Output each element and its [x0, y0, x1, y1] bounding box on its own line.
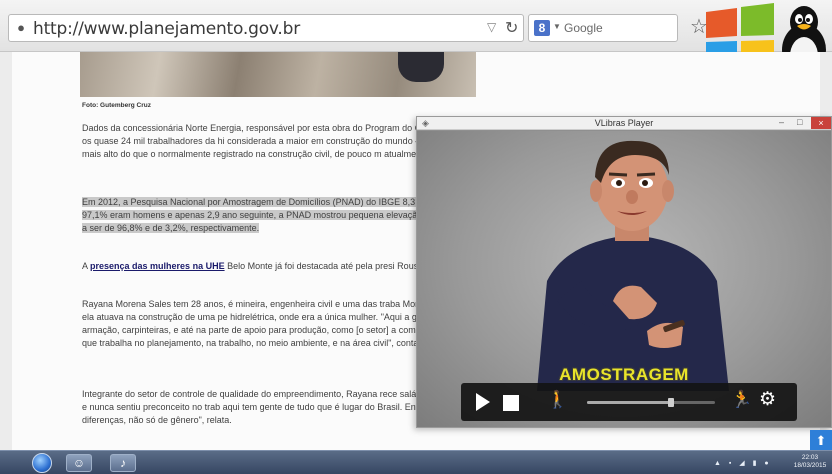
globe-icon: ●: [17, 20, 25, 35]
search-engine-label[interactable]: Google: [564, 21, 603, 35]
paragraph-text: Belo Monte já foi destacada até pela pre…: [224, 261, 436, 271]
watermark-text: AMOSTRAGEM: [559, 365, 689, 384]
stop-button[interactable]: [503, 395, 519, 411]
address-bar[interactable]: ● http://www.planejamento.gov.br ▽ ↻: [8, 14, 524, 42]
maximize-button[interactable]: □: [797, 117, 802, 127]
search-bar[interactable]: 8 ▼ Google: [528, 14, 678, 42]
speed-slider-fill: [587, 401, 672, 404]
player-title-bar[interactable]: ◈ VLibras Player – □ ×: [417, 117, 831, 130]
player-controls: 🚶 🏃 ⚙: [461, 383, 797, 421]
taskbar-app-user[interactable]: ☺: [66, 454, 92, 472]
article-photo: [80, 52, 476, 97]
avatar-stage: AMOSTRAGEM 🚶 🏃 ⚙: [417, 131, 831, 427]
minimize-button[interactable]: –: [779, 117, 784, 127]
clock[interactable]: 22:03 18/03/2015: [790, 454, 830, 470]
fast-speed-icon[interactable]: 🏃: [731, 390, 752, 412]
clock-date: 18/03/2015: [793, 462, 827, 469]
clock-time: 22:03: [801, 454, 819, 461]
article-link[interactable]: presença das mulheres na UHE: [90, 261, 225, 271]
sign-language-avatar: [537, 140, 729, 391]
taskbar: ☺ ♪ ▲ ▪ ◢ ▮ ● 22:03 18/03/2015: [0, 450, 832, 474]
play-button[interactable]: [475, 391, 491, 413]
start-button[interactable]: [32, 453, 52, 473]
google-search-icon[interactable]: 8: [534, 20, 550, 36]
player-title: VLibras Player: [594, 118, 654, 128]
speed-slider-knob[interactable]: [668, 398, 675, 407]
reload-icon[interactable]: ↻: [505, 18, 518, 38]
settings-gear-icon[interactable]: ⚙: [759, 388, 776, 410]
search-engine-dropdown-icon[interactable]: ▼: [553, 22, 561, 31]
photo-caption: Foto: Gutemberg Cruz: [82, 102, 151, 109]
slow-speed-icon[interactable]: 🚶: [547, 390, 568, 412]
system-tray[interactable]: ▲ ▪ ◢ ▮ ●: [714, 459, 772, 467]
url-text[interactable]: http://www.planejamento.gov.br: [33, 19, 300, 39]
paragraph-text: A: [82, 261, 91, 271]
close-button[interactable]: ×: [811, 117, 831, 129]
url-history-dropdown-icon[interactable]: ▽: [487, 20, 496, 34]
photo-person: [398, 52, 444, 82]
show-hidden-icons-button[interactable]: ⬆: [810, 430, 832, 452]
vlibras-player-window[interactable]: ◈ VLibras Player – □ × AMOSTRAGEM 🚶 🏃 ⚙: [416, 116, 832, 428]
taskbar-app-vlibras[interactable]: ♪: [110, 454, 136, 472]
speed-slider[interactable]: [587, 398, 715, 407]
